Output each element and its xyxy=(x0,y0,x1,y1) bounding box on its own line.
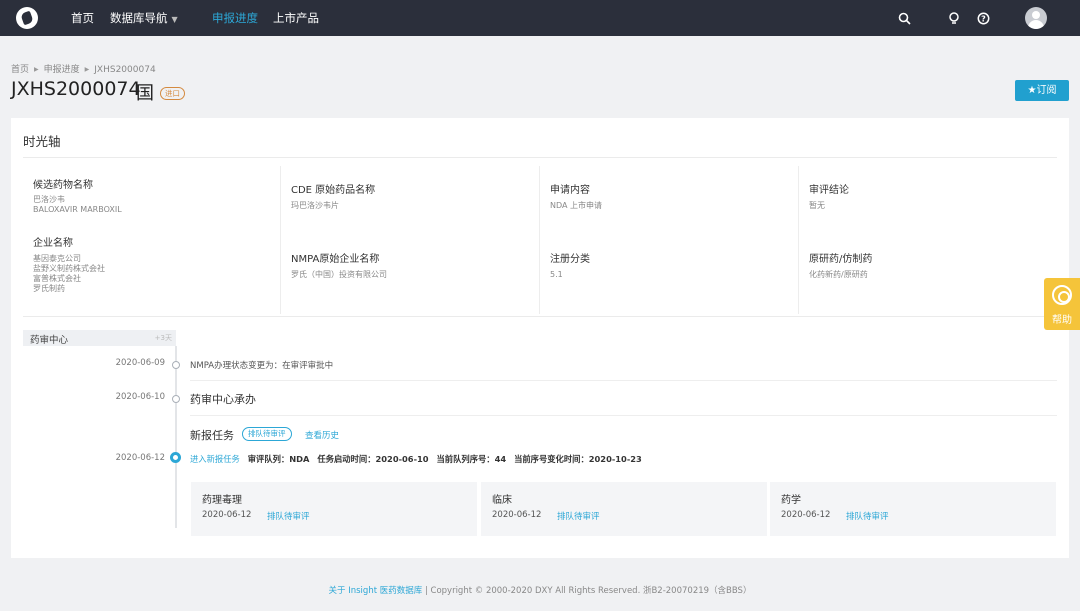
divider xyxy=(539,166,540,314)
timeline-phase: 药审中心 +3天 xyxy=(23,330,176,346)
panel-status[interactable]: 排队待审评 xyxy=(557,510,600,522)
start-time-value: 2020-06-10 xyxy=(375,454,429,464)
review-panel-pharmacy: 药学 2020-06-12 排队待审评 xyxy=(770,482,1056,536)
company-label: 企业名称 xyxy=(33,238,73,249)
review-conclusion-value: 暂无 xyxy=(809,201,825,210)
drug-name-label: 候选药物名称 xyxy=(33,180,93,191)
drug-name-cn: 巴洛沙韦 xyxy=(33,195,65,204)
event-date: 2020-06-10 xyxy=(115,392,165,402)
support-icon xyxy=(1052,285,1072,305)
reg-class-label: 注册分类 xyxy=(550,254,590,265)
seq-change-label: 当前序号变化时间： xyxy=(514,454,589,464)
task-detail: 进入新报任务 审评队列：NDA 任务启动时间：2020-06-10 当前队列序号… xyxy=(190,453,642,465)
help-float-button[interactable]: 帮助 xyxy=(1044,278,1080,330)
enter-task-link[interactable]: 进入新报任务 xyxy=(190,454,240,464)
apply-content-label: 申请内容 xyxy=(550,185,590,196)
queue-label: 审评队列： xyxy=(247,454,290,464)
event-date: 2020-06-09 xyxy=(115,358,165,368)
panel-date: 2020-06-12 xyxy=(492,510,542,520)
company-item: 罗氏制药 xyxy=(33,284,65,293)
panel-status[interactable]: 排队待审评 xyxy=(267,510,310,522)
copyright-text: | Copyright © 2000-2020 DXY All Rights R… xyxy=(422,586,752,596)
event-date: 2020-06-12 xyxy=(115,453,165,463)
about-link[interactable]: 关于 Insight 医药数据库 xyxy=(329,586,423,596)
timeline-line xyxy=(175,346,177,528)
info-panel: 候选药物名称 巴洛沙韦 BALOXAVIR MARBOXIL 企业名称 基因泰克… xyxy=(23,166,1057,314)
timeline-dot xyxy=(172,395,180,403)
chevron-right-icon: ▶ xyxy=(84,66,90,73)
panel-status[interactable]: 排队待审评 xyxy=(846,510,889,522)
view-history-link[interactable]: 查看历史 xyxy=(305,429,339,441)
lightbulb-icon[interactable] xyxy=(946,10,962,26)
panel-title: 药学 xyxy=(781,495,801,506)
divider xyxy=(190,380,1057,381)
nav-products[interactable]: 上市产品 xyxy=(273,0,319,36)
breadcrumb-progress[interactable]: 申报进度 xyxy=(44,65,80,75)
event-text: 药审中心承办 xyxy=(190,393,256,406)
original-generic-label: 原研药/仿制药 xyxy=(809,254,873,265)
nmpa-company-label: NMPA原始企业名称 xyxy=(291,254,380,265)
timeline-card: 时光轴 候选药物名称 巴洛沙韦 BALOXAVIR MARBOXIL 企业名称 … xyxy=(11,118,1069,558)
status-badge: 排队待审评 xyxy=(242,427,292,441)
panel-title: 临床 xyxy=(492,495,512,506)
svg-text:?: ? xyxy=(981,14,986,23)
company-item: 基因泰克公司 xyxy=(33,254,81,263)
divider xyxy=(23,316,1057,317)
page-title: JXHS2000074 xyxy=(11,78,141,100)
original-generic-value: 化药新药/原研药 xyxy=(809,270,868,279)
start-time-label: 任务启动时间： xyxy=(317,454,376,464)
country-label: 国 xyxy=(136,83,154,104)
event-text: NMPA办理状态变更为：在审评审批中 xyxy=(190,361,334,371)
panel-date: 2020-06-12 xyxy=(202,510,252,520)
seq-change-value: 2020-10-23 xyxy=(588,454,642,464)
nav-home[interactable]: 首页 xyxy=(71,0,94,36)
panel-date: 2020-06-12 xyxy=(781,510,831,520)
help-circle-icon[interactable]: ? xyxy=(975,10,991,26)
cde-name-label: CDE 原始药品名称 xyxy=(291,185,376,196)
company-item: 盐野义制药株式会社 xyxy=(33,264,105,273)
queue-seq-value: 44 xyxy=(494,454,507,464)
task-title: 新报任务 xyxy=(190,429,234,442)
divider xyxy=(190,415,1057,416)
apply-content-value: NDA 上市申请 xyxy=(550,201,603,210)
company-item: 富普株式会社 xyxy=(33,274,81,283)
nav-progress[interactable]: 申报进度 xyxy=(212,0,258,36)
nmpa-company-value: 罗氏（中国）投资有限公司 xyxy=(291,270,387,279)
queue-value: NDA xyxy=(289,454,310,464)
divider xyxy=(23,157,1057,158)
breadcrumb-home[interactable]: 首页 xyxy=(11,65,29,75)
queue-seq-label: 当前队列序号： xyxy=(436,454,495,464)
nav-database[interactable]: 数据库导航 ▼ xyxy=(110,0,178,36)
review-panel-clinical: 临床 2020-06-12 排队待审评 xyxy=(481,482,767,536)
footer: 关于 Insight 医药数据库 | Copyright © 2000-2020… xyxy=(0,584,1080,596)
nav-database-label: 数据库导航 xyxy=(110,11,168,25)
cde-name-value: 玛巴洛沙韦片 xyxy=(291,201,339,210)
user-avatar[interactable] xyxy=(1025,7,1047,29)
top-nav: 首页 数据库导航 ▼ 申报进度 上市产品 ? xyxy=(0,0,1080,36)
timeline-dot-active xyxy=(170,452,181,463)
timeline-dot xyxy=(172,361,180,369)
subscribe-button[interactable]: ★订阅 xyxy=(1015,80,1069,101)
drug-name-en: BALOXAVIR MARBOXIL xyxy=(33,205,122,214)
search-icon[interactable] xyxy=(896,10,912,26)
chevron-right-icon: ▶ xyxy=(34,66,39,73)
logo-icon[interactable] xyxy=(16,7,38,29)
review-panel-pharmtox: 药理毒理 2020-06-12 排队待审评 xyxy=(191,482,477,536)
phase-duration: +3天 xyxy=(154,334,172,342)
reg-class-value: 5.1 xyxy=(550,270,563,279)
panel-title: 药理毒理 xyxy=(202,495,242,506)
breadcrumb: 首页 ▶ 申报进度 ▶ JXHS2000074 xyxy=(11,62,156,75)
card-title: 时光轴 xyxy=(23,134,61,149)
breadcrumb-current: JXHS2000074 xyxy=(94,65,156,75)
phase-name: 药审中心 xyxy=(30,335,69,346)
import-badge: 进口 xyxy=(160,87,185,100)
divider xyxy=(798,166,799,314)
divider xyxy=(280,166,281,314)
chevron-down-icon: ▼ xyxy=(171,15,178,24)
review-conclusion-label: 审评结论 xyxy=(809,185,849,196)
help-label: 帮助 xyxy=(1052,315,1072,326)
